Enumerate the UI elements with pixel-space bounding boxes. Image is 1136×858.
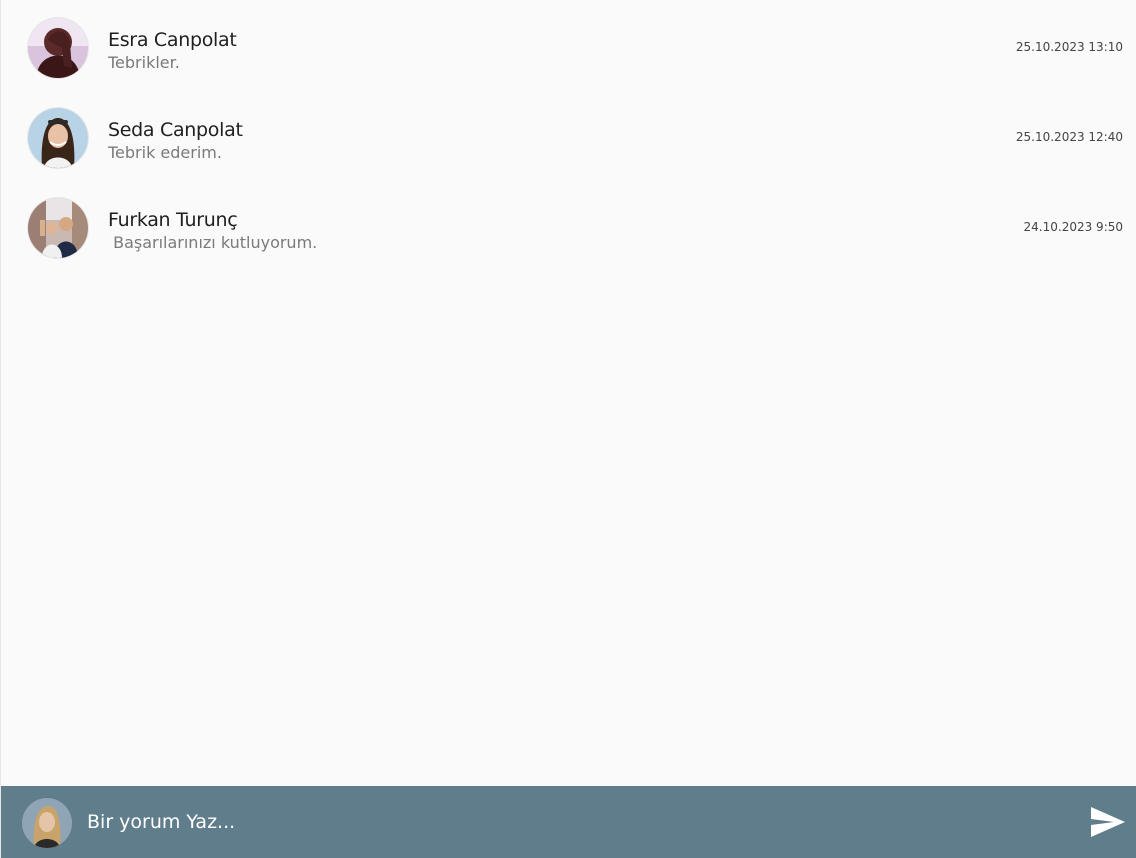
comment-input[interactable] — [81, 806, 1053, 838]
comment-timestamp: 24.10.2023 9:50 — [1023, 220, 1123, 234]
current-user-avatar[interactable] — [22, 798, 72, 848]
comment-text: Tebrik ederim. — [108, 143, 222, 162]
commenter-name: Furkan Turunç — [108, 209, 238, 231]
comment-text: Tebrikler. — [108, 53, 180, 72]
avatar-photo — [22, 798, 72, 848]
send-button[interactable] — [1090, 806, 1126, 838]
commenter-name: Esra Canpolat — [108, 29, 237, 51]
comment-list: Esra Canpolat Tebrikler. 25.10.2023 13:1… — [1, 0, 1136, 786]
comment-text: Başarılarınızı kutluyorum. — [108, 233, 318, 252]
comment-timestamp: 25.10.2023 13:10 — [1015, 40, 1123, 54]
commenter-name: Seda Canpolat — [108, 119, 243, 141]
avatar[interactable] — [28, 108, 88, 168]
comment-timestamp: 25.10.2023 12:40 — [1015, 130, 1123, 144]
comment-composer — [1, 786, 1136, 858]
comment-item: Furkan Turunç Başarılarınızı kutluyorum.… — [1, 180, 1136, 270]
avatar-photo — [28, 18, 88, 78]
comments-screen: Esra Canpolat Tebrikler. 25.10.2023 13:1… — [0, 0, 1136, 858]
avatar[interactable] — [28, 18, 88, 78]
send-icon — [1091, 807, 1125, 837]
avatar-photo — [28, 198, 88, 258]
avatar-photo — [28, 108, 88, 168]
comment-item: Esra Canpolat Tebrikler. 25.10.2023 13:1… — [1, 0, 1136, 90]
avatar[interactable] — [28, 198, 88, 258]
comment-item: Seda Canpolat Tebrik ederim. 25.10.2023 … — [1, 90, 1136, 180]
